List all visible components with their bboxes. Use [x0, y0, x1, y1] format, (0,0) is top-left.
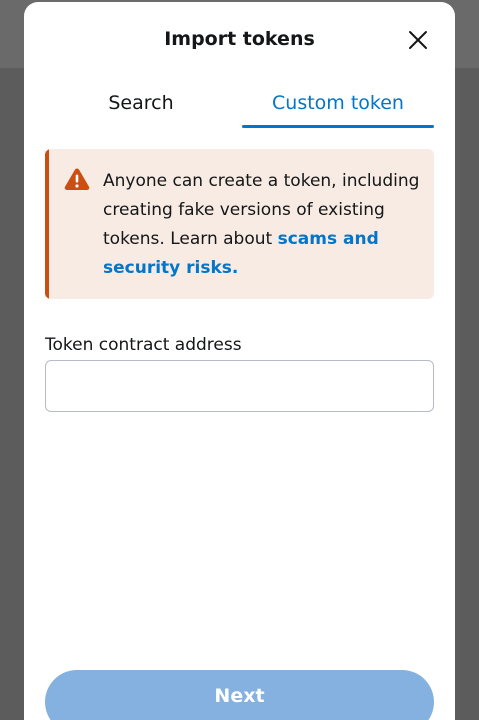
- token-contract-address-input[interactable]: [45, 360, 434, 412]
- tab-custom-token[interactable]: Custom token: [242, 78, 434, 128]
- import-tokens-modal: Import tokens Search Custom token Anyone…: [24, 2, 455, 720]
- token-contract-address-label: Token contract address: [45, 335, 242, 355]
- modal-header: Import tokens: [24, 2, 455, 78]
- active-tab-indicator: [242, 125, 434, 128]
- next-button[interactable]: Next: [45, 670, 434, 720]
- close-button[interactable]: [404, 26, 432, 54]
- warning-accent-bar: [45, 149, 49, 299]
- warning-triangle-icon: [64, 168, 90, 190]
- tab-search[interactable]: Search: [45, 78, 237, 128]
- warning-banner: Anyone can create a token, including cre…: [45, 149, 434, 299]
- tab-bar: Search Custom token: [24, 78, 455, 130]
- close-icon: [409, 31, 427, 49]
- warning-message: Anyone can create a token, including cre…: [103, 167, 423, 283]
- modal-title: Import tokens: [164, 28, 315, 50]
